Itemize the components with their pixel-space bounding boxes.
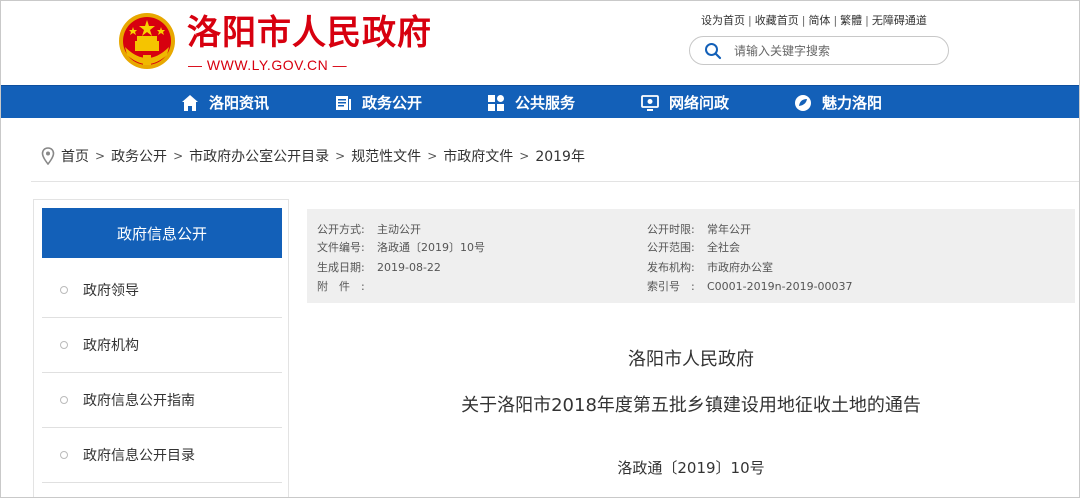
- sidebar: 政府信息公开 政府领导 政府机构 政府信息公开指南 政府信息公开目录: [33, 199, 289, 497]
- page-frame: 洛阳市人民政府 — WWW.LY.GOV.CN — 设为首页 | 收藏首页 | 简体 | 繁…: [0, 0, 1080, 498]
- breadcrumb: 首页 > 政务公开 > 市政府办公室公开目录 > 规范性文件 > 市政府文件 >…: [41, 146, 585, 166]
- breadcrumb-normative-documents[interactable]: 规范性文件: [351, 146, 421, 166]
- meta-row: 公开时限: 常年公开: [647, 221, 751, 237]
- separator: |: [833, 14, 838, 27]
- leaf-icon: [795, 94, 811, 111]
- document-issuer: 洛阳市人民政府: [628, 349, 754, 370]
- meta-key: 附 件 :: [317, 280, 365, 293]
- bullet-icon: [60, 396, 68, 404]
- search-input[interactable]: [734, 42, 934, 60]
- meta-key: 发布机构:: [647, 261, 695, 274]
- meta-row: 公开方式: 主动公开: [317, 221, 421, 237]
- home-icon: [182, 94, 198, 111]
- meta-row: 生成日期: 2019-08-22: [317, 259, 441, 275]
- location-pin-icon: [41, 147, 55, 165]
- bookmark-link[interactable]: 收藏首页: [755, 14, 799, 27]
- main-nav: 洛阳资讯 政务公开 公共服务 网络问政 魅力洛阳: [1, 85, 1079, 119]
- meta-value: 市政府办公室: [707, 261, 773, 274]
- meta-row: 文件编号: 洛政通〔2019〕10号: [317, 239, 485, 255]
- meta-row: 索引号 : C0001-2019n-2019-00037: [647, 278, 853, 294]
- breadcrumb-separator: >: [427, 149, 438, 163]
- breadcrumb-office-directory[interactable]: 市政府办公室公开目录: [189, 146, 329, 166]
- meta-key: 公开范围:: [647, 241, 695, 254]
- top-links: 设为首页 | 收藏首页 | 简体 | 繁體 | 无障碍通道: [701, 12, 927, 28]
- document-title: 关于洛阳市2018年度第五批乡镇建设用地征收土地的通告: [461, 395, 921, 416]
- nav-item-public-services[interactable]: 公共服务: [487, 86, 575, 119]
- meta-key: 公开时限:: [647, 223, 695, 236]
- traditional-link[interactable]: 繁體: [840, 14, 862, 27]
- divider: [31, 181, 1079, 182]
- search-icon[interactable]: [704, 42, 722, 60]
- meta-key: 文件编号:: [317, 241, 365, 254]
- sidebar-heading[interactable]: 政府信息公开: [42, 208, 282, 258]
- nav-label: 政务公开: [362, 94, 423, 112]
- sidebar-item-label: 政府机构: [83, 338, 139, 354]
- meta-key: 公开方式:: [317, 223, 365, 236]
- breadcrumb-year[interactable]: 2019年: [535, 146, 585, 166]
- site-title[interactable]: 洛阳市人民政府: [187, 13, 432, 53]
- sidebar-item-label: 政府信息公开目录: [83, 448, 195, 464]
- breadcrumb-separator: >: [173, 149, 184, 163]
- search-box: [689, 36, 949, 65]
- separator: |: [801, 14, 806, 27]
- sidebar-item-disclosure-catalog[interactable]: 政府信息公开目录: [42, 428, 282, 483]
- monitor-icon: [641, 94, 659, 111]
- meta-key: 索引号 :: [647, 280, 695, 293]
- nav-item-government-affairs[interactable]: 政务公开: [334, 86, 422, 119]
- bullet-icon: [60, 451, 68, 459]
- breadcrumb-separator: >: [95, 149, 106, 163]
- grid-icon: [488, 94, 504, 111]
- meta-value: 洛政通〔2019〕10号: [377, 241, 485, 254]
- document-number: 洛政通〔2019〕10号: [617, 459, 765, 477]
- nav-label: 洛阳资讯: [209, 94, 270, 112]
- nav-item-news[interactable]: 洛阳资讯: [181, 86, 269, 119]
- nav-item-charming-luoyang[interactable]: 魅力洛阳: [794, 86, 882, 119]
- breadcrumb-separator: >: [335, 149, 346, 163]
- breadcrumb-government-affairs[interactable]: 政务公开: [111, 146, 167, 166]
- set-homepage-link[interactable]: 设为首页: [701, 14, 745, 27]
- document-icon: [336, 95, 351, 110]
- national-emblem-icon[interactable]: [117, 11, 177, 71]
- meta-value: 2019-08-22: [377, 261, 441, 274]
- nav-label: 魅力洛阳: [822, 94, 883, 112]
- bullet-icon: [60, 341, 68, 349]
- sidebar-item-disclosure-guide[interactable]: 政府信息公开指南: [42, 373, 282, 428]
- sidebar-item-leaders[interactable]: 政府领导: [42, 263, 282, 318]
- separator: |: [748, 14, 752, 27]
- meta-row: 附 件 :: [317, 278, 377, 294]
- site-url: — WWW.LY.GOV.CN —: [188, 57, 348, 73]
- breadcrumb-municipal-documents[interactable]: 市政府文件: [443, 146, 513, 166]
- sidebar-item-institutions[interactable]: 政府机构: [42, 318, 282, 373]
- meta-key: 生成日期:: [317, 261, 365, 274]
- document-metadata: 公开方式: 主动公开 文件编号: 洛政通〔2019〕10号 生成日期: 2019-08…: [307, 209, 1075, 303]
- meta-value: 常年公开: [707, 223, 751, 236]
- bullet-icon: [60, 286, 68, 294]
- breadcrumb-separator: >: [519, 149, 530, 163]
- accessibility-link[interactable]: 无障碍通道: [872, 14, 927, 27]
- meta-row: 公开范围: 全社会: [647, 239, 740, 255]
- separator: |: [865, 14, 869, 27]
- meta-value: 全社会: [707, 241, 740, 254]
- site-header: 洛阳市人民政府 — WWW.LY.GOV.CN — 设为首页 | 收藏首页 | 简体 | 繁…: [1, 1, 1079, 85]
- sidebar-item-label: 政府领导: [83, 283, 139, 299]
- simplified-link[interactable]: 简体: [808, 14, 830, 27]
- breadcrumb-home[interactable]: 首页: [61, 146, 89, 166]
- sidebar-item-label: 政府信息公开指南: [83, 393, 195, 409]
- nav-label: 网络问政: [669, 94, 730, 112]
- nav-item-online-inquiry[interactable]: 网络问政: [641, 86, 729, 119]
- meta-row: 发布机构: 市政府办公室: [647, 259, 773, 275]
- meta-value: 主动公开: [377, 223, 421, 236]
- meta-value: C0001-2019n-2019-00037: [707, 280, 853, 293]
- nav-label: 公共服务: [515, 94, 576, 112]
